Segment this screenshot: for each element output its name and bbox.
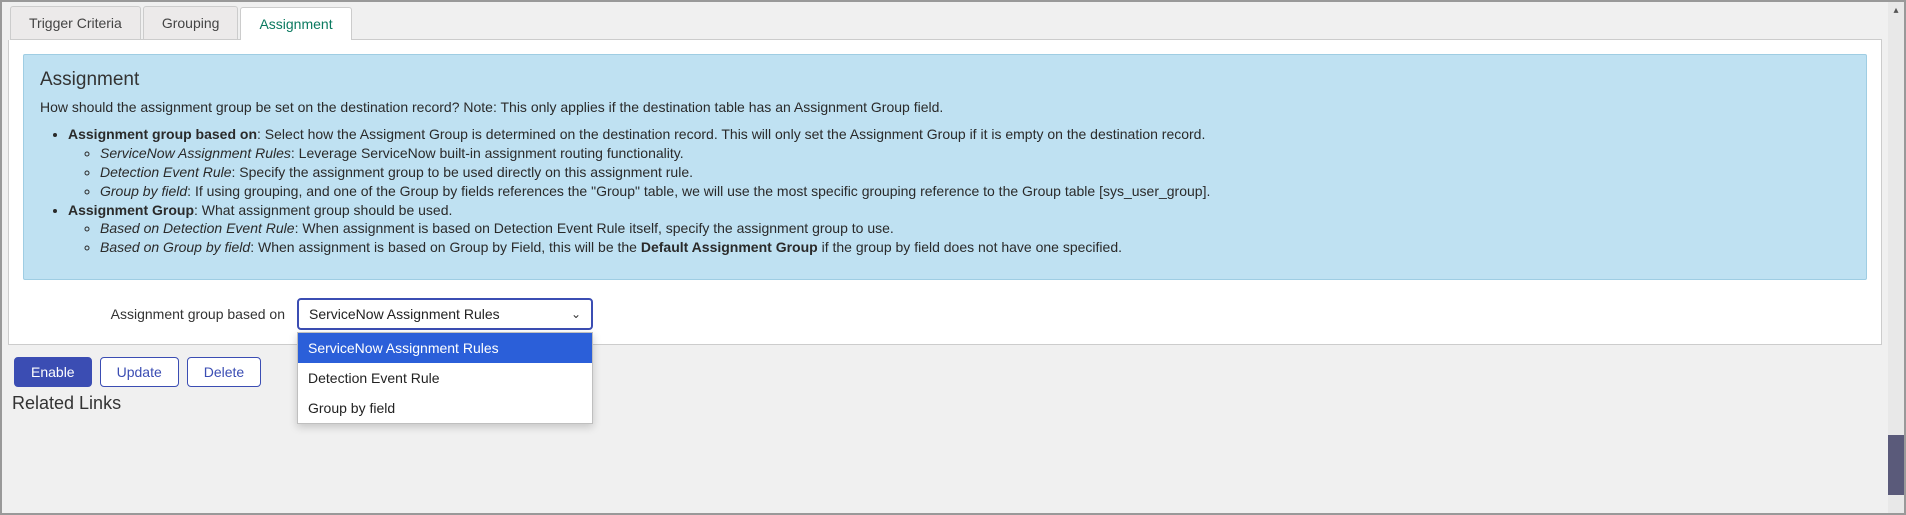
info-subitem-servicenow-text: : Leverage ServiceNow built-in assignmen… — [291, 145, 684, 161]
delete-button[interactable]: Delete — [187, 357, 261, 387]
info-subitem-detection: Detection Event Rule: Specify the assign… — [100, 163, 1850, 182]
info-item-group-bold: Assignment Group — [68, 202, 194, 218]
tab-assignment[interactable]: Assignment — [240, 7, 351, 40]
dropdown-assignment-group-based-on: ServiceNow Assignment Rules Detection Ev… — [297, 332, 593, 424]
enable-button[interactable]: Enable — [14, 357, 92, 387]
info-subitem-detection-italic: Detection Event Rule — [100, 164, 232, 180]
info-subitem-based-detection: Based on Detection Event Rule: When assi… — [100, 219, 1850, 238]
select-value: ServiceNow Assignment Rules — [309, 306, 500, 322]
info-item-group-text: : What assignment group should be used. — [194, 202, 452, 218]
tab-grouping[interactable]: Grouping — [143, 6, 239, 39]
info-subitem-based-groupby-italic: Based on Group by field — [100, 239, 250, 255]
action-buttons: Enable Update Delete — [14, 357, 1882, 387]
info-item-group: Assignment Group: What assignment group … — [68, 201, 1850, 258]
info-item-basedon: Assignment group based on: Select how th… — [68, 125, 1850, 201]
tab-trigger-criteria[interactable]: Trigger Criteria — [10, 6, 141, 39]
scrollbar-thumb[interactable] — [1888, 435, 1904, 495]
info-title: Assignment — [40, 69, 1850, 91]
scrollbar-track[interactable]: ▴ — [1888, 2, 1904, 513]
dropdown-option-detection[interactable]: Detection Event Rule — [298, 363, 592, 393]
info-item-basedon-text: : Select how the Assigment Group is dete… — [257, 126, 1205, 142]
form-row-basedon: Assignment group based on ServiceNow Ass… — [23, 298, 1867, 330]
update-button[interactable]: Update — [100, 357, 179, 387]
info-description: How should the assignment group be set o… — [40, 99, 1850, 115]
info-subitem-based-groupby-post: if the group by field does not have one … — [818, 239, 1122, 255]
info-subitem-based-groupby-bold: Default Assignment Group — [641, 239, 818, 255]
info-subitem-groupby-italic: Group by field — [100, 183, 187, 199]
info-subitem-detection-text: : Specify the assignment group to be use… — [232, 164, 693, 180]
info-subitem-based-detection-italic: Based on Detection Event Rule — [100, 220, 295, 236]
label-assignment-group-based-on: Assignment group based on — [23, 306, 297, 322]
scroll-up-icon[interactable]: ▴ — [1888, 2, 1904, 18]
related-links-heading: Related Links — [12, 393, 1882, 414]
info-subitem-servicenow: ServiceNow Assignment Rules: Leverage Se… — [100, 144, 1850, 163]
assignment-panel: Assignment How should the assignment gro… — [8, 40, 1882, 345]
info-subitem-based-detection-text: : When assignment is based on Detection … — [295, 220, 894, 236]
dropdown-option-servicenow[interactable]: ServiceNow Assignment Rules — [298, 333, 592, 363]
assignment-info-box: Assignment How should the assignment gro… — [23, 54, 1867, 280]
info-item-basedon-bold: Assignment group based on — [68, 126, 257, 142]
info-subitem-groupby: Group by field: If using grouping, and o… — [100, 182, 1850, 201]
info-subitem-based-groupby-pre: : When assignment is based on Group by F… — [250, 239, 641, 255]
info-subitem-based-groupby: Based on Group by field: When assignment… — [100, 238, 1850, 257]
tab-bar: Trigger Criteria Grouping Assignment — [10, 6, 1882, 40]
select-assignment-group-based-on[interactable]: ServiceNow Assignment Rules ⌄ — [297, 298, 593, 330]
info-subitem-groupby-text: : If using grouping, and one of the Grou… — [187, 183, 1210, 199]
info-subitem-servicenow-italic: ServiceNow Assignment Rules — [100, 145, 291, 161]
dropdown-option-groupby[interactable]: Group by field — [298, 393, 592, 423]
chevron-down-icon: ⌄ — [571, 307, 581, 321]
